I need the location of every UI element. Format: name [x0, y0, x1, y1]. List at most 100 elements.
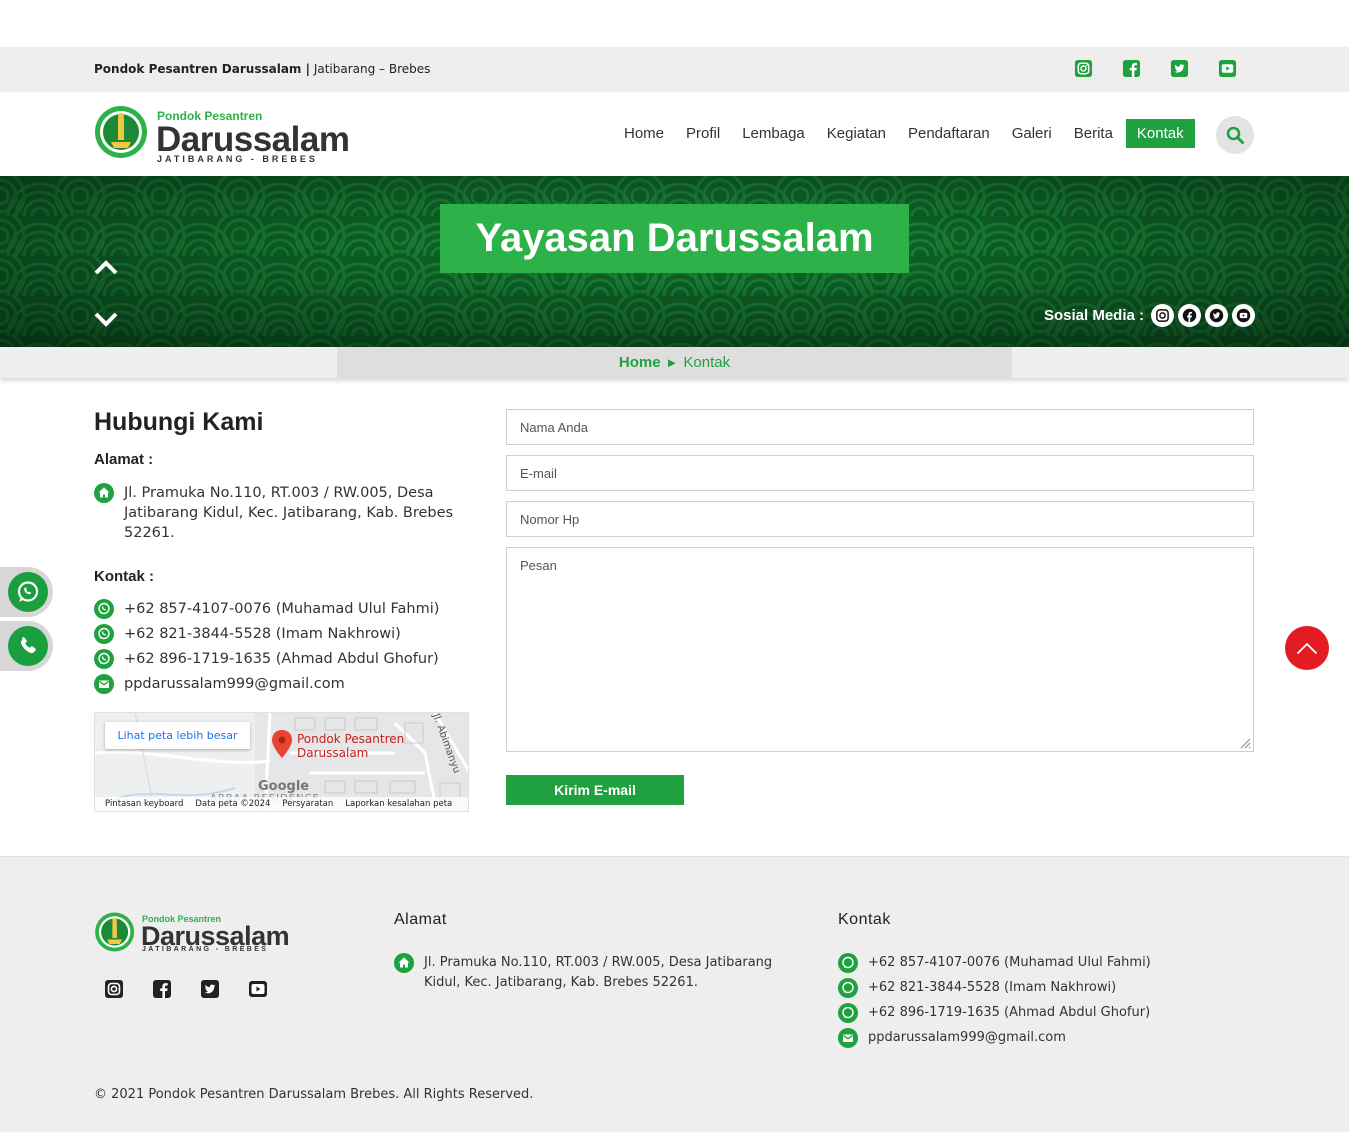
twitter-icon[interactable]: [1169, 58, 1190, 79]
nav-profil[interactable]: Profil: [675, 119, 731, 148]
message-placeholder: Pesan: [520, 558, 557, 573]
instagram-icon[interactable]: [104, 979, 124, 1003]
send-email-button[interactable]: Kirim E-mail: [506, 775, 684, 805]
footer-address-row: Jl. Pramuka No.110, RT.003 / RW.005, Des…: [394, 953, 794, 993]
map-keyboard-shortcuts[interactable]: Pintasan keyboard: [105, 799, 183, 809]
footer-logo-line-3: JATIBARANG - BREBES: [142, 946, 269, 953]
phone-icon: [20, 637, 36, 654]
nav-kontak[interactable]: Kontak: [1125, 119, 1195, 148]
instagram-icon[interactable]: [1073, 58, 1094, 79]
breadcrumb-separator-icon: ►: [665, 355, 679, 370]
main-navbar: Pondok Pesantren Darussalam JATIBARANG -…: [0, 92, 1349, 176]
view-larger-map-link[interactable]: Lihat peta lebih besar: [105, 722, 250, 749]
contact-form: Nama Anda E-mail Nomor Hp Pesan Kirim E-…: [506, 409, 1254, 805]
whatsapp-float-button[interactable]: [0, 567, 53, 617]
footer-phone-row: +62 857-4107-0076 (Muhamad Ulul Fahmi): [838, 953, 1258, 973]
address-row: Jl. Pramuka No.110, RT.003 / RW.005, Des…: [94, 483, 469, 543]
nav-pendaftaran[interactable]: Pendaftaran: [897, 119, 1001, 148]
whatsapp-icon: [17, 581, 39, 602]
phone-text[interactable]: +62 821-3844-5528 (Imam Nakhrowi): [124, 624, 401, 644]
search-button[interactable]: [1216, 116, 1254, 154]
chevron-up-icon[interactable]: [94, 260, 118, 276]
phone-float-button[interactable]: [0, 621, 53, 671]
top-spacer: [0, 0, 1349, 47]
main-menu: Home Profil Lembaga Kegiatan Pendaftaran…: [613, 119, 1195, 148]
phone-row: +62 896-1719-1635 (Ahmad Abdul Ghofur): [94, 649, 469, 669]
map-terms[interactable]: Persyaratan: [282, 799, 333, 809]
facebook-icon[interactable]: [152, 979, 172, 1003]
phone-float-circle: [8, 626, 48, 666]
whatsapp-icon: [94, 649, 114, 669]
footer-phone-text[interactable]: +62 821-3844-5528 (Imam Nakhrowi): [868, 978, 1116, 998]
footer-address-heading: Alamat: [394, 911, 447, 928]
message-textarea[interactable]: Pesan: [506, 547, 1254, 752]
logo-line-3: JATIBARANG - BREBES: [157, 154, 318, 164]
embedded-map[interactable]: Jl. Abimanyu Lihat peta lebih besar Pond…: [94, 712, 469, 812]
breadcrumb: Home ► Kontak: [337, 347, 1012, 378]
phone-input[interactable]: Nomor Hp: [506, 501, 1254, 537]
map-pin-label: Pondok Pesantren Darussalam: [297, 732, 404, 760]
scroll-to-top-button[interactable]: [1285, 626, 1329, 670]
top-bar-social: [1073, 58, 1238, 79]
nav-berita[interactable]: Berita: [1063, 119, 1124, 148]
nav-lembaga[interactable]: Lembaga: [731, 119, 816, 148]
email-text[interactable]: ppdarussalam999@gmail.com: [124, 674, 345, 694]
chevron-down-icon[interactable]: [94, 311, 118, 327]
youtube-icon[interactable]: [1217, 58, 1238, 79]
whatsapp-icon: [94, 599, 114, 619]
footer-address-text: Jl. Pramuka No.110, RT.003 / RW.005, Des…: [424, 955, 773, 990]
breadcrumb-home[interactable]: Home: [619, 354, 661, 371]
youtube-icon[interactable]: [248, 979, 268, 1003]
contact-info: Hubungi Kami Alamat : Jl. Pramuka No.110…: [94, 408, 469, 694]
footer-email-row: ppdarussalam999@gmail.com: [838, 1028, 1258, 1048]
youtube-icon[interactable]: [1232, 304, 1255, 327]
whatsapp-icon: [838, 953, 858, 973]
nav-home[interactable]: Home: [613, 119, 675, 148]
footer-phone-row: +62 896-1719-1635 (Ahmad Abdul Ghofur): [838, 1003, 1258, 1023]
contact-section: Hubungi Kami Alamat : Jl. Pramuka No.110…: [0, 378, 1349, 856]
hero-title-box: Yayasan Darussalam: [440, 204, 909, 273]
whatsapp-icon: [838, 978, 858, 998]
google-logo: Google: [258, 779, 310, 794]
email-icon: [94, 674, 114, 694]
chevron-up-icon: [1296, 642, 1318, 655]
site-logo[interactable]: Pondok Pesantren Darussalam JATIBARANG -…: [94, 104, 364, 164]
email-icon: [838, 1028, 858, 1048]
whatsapp-icon: [838, 1003, 858, 1023]
facebook-icon[interactable]: [1121, 58, 1142, 79]
facebook-icon[interactable]: [1178, 304, 1201, 327]
email-row: ppdarussalam999@gmail.com: [94, 674, 469, 694]
phone-text[interactable]: +62 857-4107-0076 (Muhamad Ulul Fahmi): [124, 599, 439, 619]
name-input[interactable]: Nama Anda: [506, 409, 1254, 445]
top-bar-brand: Pondok Pesantren Darussalam |: [94, 62, 310, 76]
footer-phone-text[interactable]: +62 857-4107-0076 (Muhamad Ulul Fahmi): [868, 953, 1151, 973]
phone-row: +62 821-3844-5528 (Imam Nakhrowi): [94, 624, 469, 644]
map-data: Data peta ©2024: [195, 799, 271, 809]
hero-title: Yayasan Darussalam: [475, 216, 874, 260]
footer-logo[interactable]: Pondok Pesantren Darussalam JATIBARANG -…: [94, 911, 304, 955]
hero-social-label: Sosial Media :: [1043, 307, 1144, 324]
search-icon: [1226, 126, 1244, 144]
contact-heading: Hubungi Kami: [94, 408, 264, 436]
nav-kegiatan[interactable]: Kegiatan: [816, 119, 897, 148]
address-text: Jl. Pramuka No.110, RT.003 / RW.005, Des…: [124, 485, 454, 541]
nav-galeri[interactable]: Galeri: [1001, 119, 1063, 148]
footer-address: Jl. Pramuka No.110, RT.003 / RW.005, Des…: [394, 953, 794, 998]
site-footer: Pondok Pesantren Darussalam JATIBARANG -…: [0, 856, 1349, 1132]
breadcrumb-bar: Home ► Kontak: [0, 347, 1349, 378]
breadcrumb-current: Kontak: [683, 354, 731, 371]
home-icon: [94, 483, 114, 503]
footer-contact-heading: Kontak: [838, 911, 891, 928]
twitter-icon[interactable]: [200, 979, 220, 1003]
phone-text[interactable]: +62 896-1719-1635 (Ahmad Abdul Ghofur): [124, 649, 439, 669]
instagram-icon[interactable]: [1151, 304, 1174, 327]
map-pin-label-line-1: Pondok Pesantren: [297, 732, 405, 746]
whatsapp-icon: [94, 624, 114, 644]
footer-email-text[interactable]: ppdarussalam999@gmail.com: [868, 1028, 1066, 1048]
resize-handle-icon[interactable]: [1239, 737, 1251, 749]
email-input[interactable]: E-mail: [506, 455, 1254, 491]
address-label: Alamat :: [94, 451, 154, 468]
twitter-icon[interactable]: [1205, 304, 1228, 327]
footer-phone-text[interactable]: +62 896-1719-1635 (Ahmad Abdul Ghofur): [868, 1003, 1150, 1023]
map-report-error[interactable]: Laporkan kesalahan peta: [345, 799, 452, 809]
